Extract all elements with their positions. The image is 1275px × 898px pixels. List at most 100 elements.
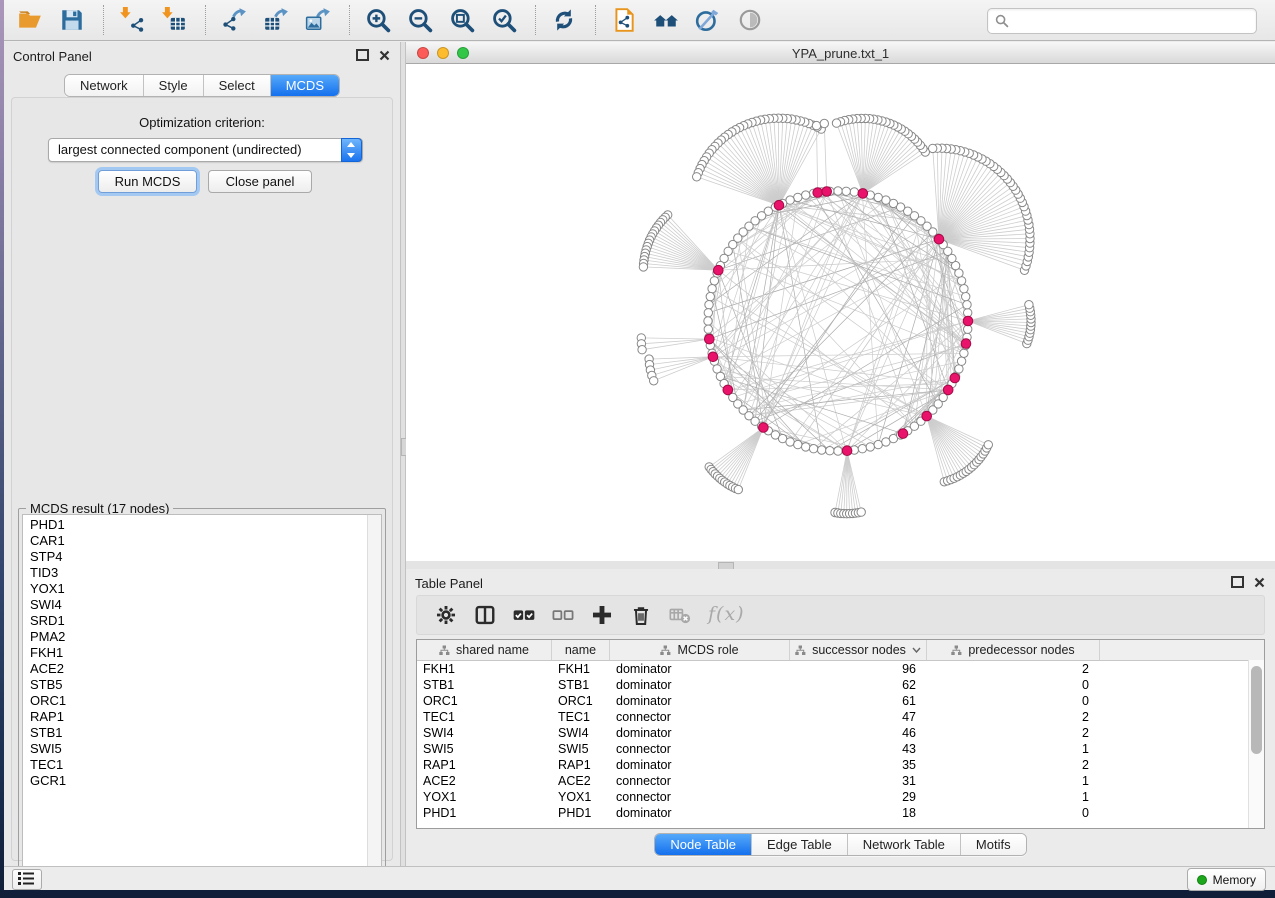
zoom-selected-icon[interactable] <box>491 7 517 33</box>
deselect-all-checkbox-icon[interactable] <box>552 604 574 626</box>
first-neighbors-icon[interactable] <box>653 7 679 33</box>
column-header-successor-nodes[interactable]: successor nodes <box>790 640 927 660</box>
table-cell[interactable]: 0 <box>927 805 1100 821</box>
zoom-out-icon[interactable] <box>407 7 433 33</box>
mcds-result-item[interactable]: TID3 <box>23 565 368 581</box>
table-cell[interactable]: PHD1 <box>417 805 552 821</box>
table-cell[interactable]: 47 <box>790 709 927 725</box>
table-row[interactable]: FKH1FKH1dominator962 <box>417 661 1264 677</box>
mcds-result-item[interactable]: SWI4 <box>23 597 368 613</box>
mcds-result-item[interactable]: FKH1 <box>23 645 368 661</box>
table-cell[interactable]: 2 <box>927 661 1100 677</box>
table-scrollbar[interactable] <box>1248 660 1264 828</box>
memory-button[interactable]: Memory <box>1187 868 1266 891</box>
import-network-icon[interactable] <box>119 7 145 33</box>
table-cell[interactable]: FKH1 <box>417 661 552 677</box>
mcds-result-list[interactable]: PHD1CAR1STP4TID3YOX1SWI4SRD1PMA2FKH1ACE2… <box>22 514 382 878</box>
mcds-result-item[interactable]: SWI5 <box>23 741 368 757</box>
table-cell[interactable]: 0 <box>927 693 1100 709</box>
table-cell[interactable]: connector <box>610 773 790 789</box>
tab-edge-table[interactable]: Edge Table <box>752 834 848 855</box>
table-row[interactable]: PHD1PHD1dominator180 <box>417 805 1264 821</box>
search-input[interactable] <box>1013 10 1252 32</box>
table-row[interactable]: RAP1RAP1dominator352 <box>417 757 1264 773</box>
table-cell[interactable]: 61 <box>790 693 927 709</box>
table-row[interactable]: SWI5SWI5connector431 <box>417 741 1264 757</box>
export-table-icon[interactable] <box>263 7 289 33</box>
split-view-icon[interactable] <box>474 604 496 626</box>
show-panels-button[interactable] <box>12 869 42 890</box>
table-cell[interactable]: 1 <box>927 773 1100 789</box>
mcds-result-item[interactable]: RAP1 <box>23 709 368 725</box>
table-cell[interactable]: connector <box>610 709 790 725</box>
mcds-result-scrollbar[interactable] <box>367 515 381 877</box>
mcds-result-item[interactable]: STP4 <box>23 549 368 565</box>
column-header-name[interactable]: name <box>552 640 610 660</box>
tab-motifs[interactable]: Motifs <box>961 834 1026 855</box>
gear-icon[interactable] <box>435 604 457 626</box>
table-cell[interactable]: 1 <box>927 789 1100 805</box>
table-cell[interactable]: 31 <box>790 773 927 789</box>
table-cell[interactable]: connector <box>610 741 790 757</box>
table-cell[interactable]: ACE2 <box>552 773 610 789</box>
table-cell[interactable]: YOX1 <box>417 789 552 805</box>
table-cell[interactable]: dominator <box>610 725 790 741</box>
select-all-checkbox-icon[interactable] <box>513 604 535 626</box>
table-row[interactable]: STB1STB1dominator620 <box>417 677 1264 693</box>
export-network-icon[interactable] <box>221 7 247 33</box>
table-cell[interactable]: 2 <box>927 757 1100 773</box>
column-header-MCDS-role[interactable]: MCDS role <box>610 640 790 660</box>
delete-table-disabled-icon[interactable] <box>669 604 691 626</box>
mcds-result-item[interactable]: ACE2 <box>23 661 368 677</box>
export-image-icon[interactable] <box>305 7 331 33</box>
table-cell[interactable]: 18 <box>790 805 927 821</box>
scrollbar-thumb[interactable] <box>1251 666 1262 754</box>
refresh-icon[interactable] <box>551 7 577 33</box>
table-cell[interactable]: dominator <box>610 677 790 693</box>
mcds-result-item[interactable]: ORC1 <box>23 693 368 709</box>
close-panel-icon[interactable] <box>1254 577 1265 588</box>
table-row[interactable]: YOX1YOX1connector291 <box>417 789 1264 805</box>
table-cell[interactable]: 2 <box>927 709 1100 725</box>
new-network-from-selection-icon[interactable] <box>611 7 637 33</box>
table-cell[interactable]: 43 <box>790 741 927 757</box>
table-cell[interactable]: ORC1 <box>552 693 610 709</box>
table-cell[interactable]: RAP1 <box>552 757 610 773</box>
mcds-result-item[interactable]: TEC1 <box>23 757 368 773</box>
table-cell[interactable]: 1 <box>927 741 1100 757</box>
table-cell[interactable]: SWI4 <box>417 725 552 741</box>
table-cell[interactable]: SWI5 <box>552 741 610 757</box>
mcds-result-item[interactable]: PMA2 <box>23 629 368 645</box>
network-graph[interactable] <box>406 64 1275 561</box>
network-window-titlebar[interactable]: YPA_prune.txt_1 <box>406 42 1275 64</box>
table-cell[interactable]: STB1 <box>552 677 610 693</box>
table-cell[interactable]: dominator <box>610 805 790 821</box>
add-row-icon[interactable] <box>591 604 613 626</box>
table-cell[interactable]: 2 <box>927 725 1100 741</box>
table-cell[interactable]: SWI5 <box>417 741 552 757</box>
table-cell[interactable]: RAP1 <box>417 757 552 773</box>
table-cell[interactable]: TEC1 <box>417 709 552 725</box>
table-cell[interactable]: dominator <box>610 661 790 677</box>
column-header-shared-name[interactable]: shared name <box>417 640 552 660</box>
table-cell[interactable]: ORC1 <box>417 693 552 709</box>
tab-style[interactable]: Style <box>144 75 204 96</box>
open-icon[interactable] <box>17 7 43 33</box>
save-icon[interactable] <box>59 7 85 33</box>
float-panel-icon[interactable] <box>356 49 369 61</box>
table-cell[interactable]: STB1 <box>417 677 552 693</box>
tab-mcds[interactable]: MCDS <box>271 75 339 96</box>
table-cell[interactable]: 29 <box>790 789 927 805</box>
table-cell[interactable]: FKH1 <box>552 661 610 677</box>
horizontal-splitter[interactable] <box>406 561 1275 569</box>
table-cell[interactable]: 35 <box>790 757 927 773</box>
table-cell[interactable]: SWI4 <box>552 725 610 741</box>
tab-network-table[interactable]: Network Table <box>848 834 961 855</box>
run-mcds-button[interactable]: Run MCDS <box>98 170 197 193</box>
mcds-result-item[interactable]: SRD1 <box>23 613 368 629</box>
close-panel-button[interactable]: Close panel <box>208 170 312 193</box>
search-field[interactable] <box>987 8 1257 34</box>
table-cell[interactable]: 62 <box>790 677 927 693</box>
apply-function-icon[interactable]: f(x) <box>708 603 745 625</box>
tab-network[interactable]: Network <box>65 75 144 96</box>
